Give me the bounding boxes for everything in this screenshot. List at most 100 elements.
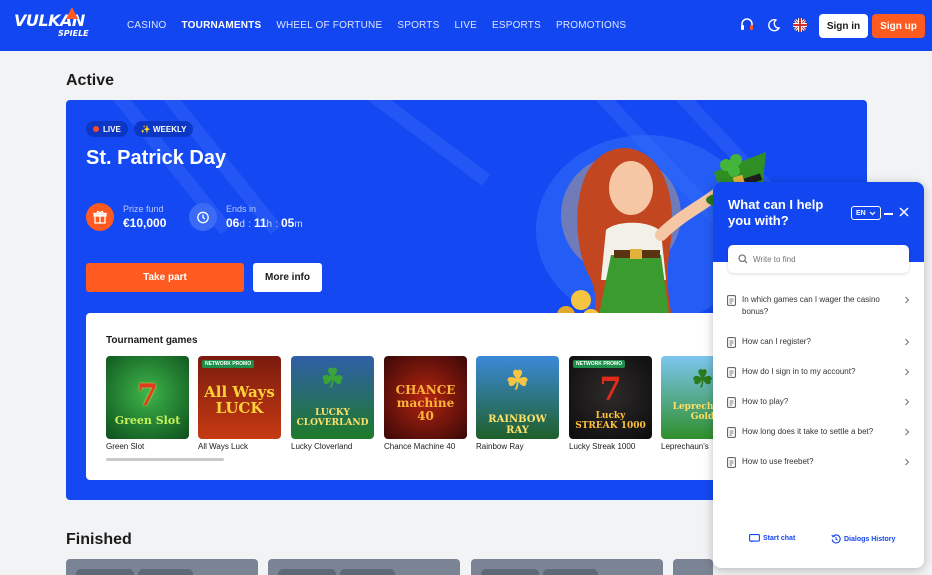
game-card-green-slot[interactable]: 7 Green Slot Green Slot bbox=[106, 356, 189, 451]
game-thumbnail[interactable]: ☘ RAINBOW RAY bbox=[476, 356, 559, 439]
game-thumb-text: CHANCE machine 40 bbox=[395, 383, 456, 423]
document-icon bbox=[727, 427, 736, 438]
game-name[interactable]: All Ways Luck bbox=[198, 442, 281, 451]
minimize-icon[interactable] bbox=[884, 213, 893, 215]
main-nav: CASINO TOURNAMENTS WHEEL OF FORTUNE SPOR… bbox=[127, 0, 641, 51]
faq-item[interactable]: How long does it take to settle a bet? bbox=[727, 426, 910, 438]
countdown-minutes: 05 bbox=[280, 216, 295, 230]
finished-tournament-card[interactable] bbox=[471, 559, 663, 575]
finished-tournament-card[interactable] bbox=[268, 559, 460, 575]
faq-text: In which games can I wager the casino bo… bbox=[742, 295, 880, 316]
card-badge bbox=[481, 569, 539, 575]
document-icon bbox=[727, 397, 736, 408]
game-thumbnail[interactable]: CHANCE machine 40 bbox=[384, 356, 467, 439]
gift-icon bbox=[86, 203, 114, 231]
game-card-lucky-streak-1000[interactable]: NETWORK PROMO 7 Lucky STREAK 1000 Lucky … bbox=[569, 356, 652, 451]
prize-fund-value: €10,000 bbox=[123, 216, 167, 230]
language-value: EN bbox=[856, 209, 866, 217]
prize-fund-label: Prize fund bbox=[123, 204, 164, 214]
document-icon bbox=[727, 367, 736, 378]
sign-up-button[interactable]: Sign up bbox=[872, 14, 925, 38]
faq-text: How to play? bbox=[742, 397, 789, 406]
game-name[interactable]: Rainbow Ray bbox=[476, 442, 559, 451]
uk-flag-icon[interactable] bbox=[793, 18, 807, 32]
countdown-hours: 11 bbox=[253, 216, 267, 230]
chat-search-box[interactable] bbox=[728, 245, 909, 273]
sign-in-button[interactable]: Sign in bbox=[819, 14, 868, 38]
live-dot-icon bbox=[93, 126, 99, 132]
card-badge bbox=[543, 569, 598, 575]
document-icon bbox=[727, 295, 736, 306]
more-info-button[interactable]: More info bbox=[253, 263, 322, 292]
game-card-rainbow-ray[interactable]: ☘ RAINBOW RAY Rainbow Ray bbox=[476, 356, 559, 451]
game-thumb-text: Lucky STREAK 1000 bbox=[575, 411, 646, 431]
tournament-title: St. Patrick Day bbox=[86, 147, 227, 169]
chevron-right-icon bbox=[905, 398, 910, 406]
history-icon bbox=[831, 534, 841, 544]
start-chat-label: Start chat bbox=[763, 535, 796, 542]
faq-item[interactable]: How can I register? bbox=[727, 336, 910, 348]
game-thumb-text: All Ways LUCK bbox=[204, 383, 275, 417]
nav-casino[interactable]: CASINO bbox=[127, 20, 167, 31]
chevron-right-icon bbox=[905, 428, 910, 436]
moon-icon[interactable] bbox=[767, 18, 781, 32]
game-name[interactable]: Chance Machine 40 bbox=[384, 442, 467, 451]
chat-title: What can I help you with? bbox=[728, 197, 824, 228]
game-card-chance-machine-40[interactable]: CHANCE machine 40 Chance Machine 40 bbox=[384, 356, 467, 451]
chevron-right-icon bbox=[905, 458, 910, 466]
faq-item[interactable]: In which games can I wager the casino bo… bbox=[727, 294, 910, 318]
game-thumbnail[interactable]: 7 Green Slot bbox=[106, 356, 189, 439]
chevron-right-icon bbox=[905, 296, 910, 304]
game-name[interactable]: Green Slot bbox=[106, 442, 189, 451]
chevron-down-icon bbox=[869, 211, 876, 215]
top-header: VULKAN SPIELE CASINO TOURNAMENTS WHEEL O… bbox=[0, 0, 932, 51]
vulkan-logo[interactable]: VULKAN SPIELE bbox=[14, 7, 100, 41]
chat-bubble-icon bbox=[749, 534, 760, 543]
weekly-badge-label: ✨ WEEKLY bbox=[140, 124, 187, 134]
game-card-lucky-cloverland[interactable]: ☘ LUCKY CLOVERLAND Lucky Cloverland bbox=[291, 356, 374, 451]
search-icon bbox=[738, 254, 748, 264]
finished-section-title: Finished bbox=[66, 531, 132, 548]
games-scrollbar[interactable] bbox=[106, 458, 224, 461]
countdown-days-unit: d bbox=[239, 219, 245, 230]
faq-item[interactable]: How do I sign in to my account? bbox=[727, 366, 910, 378]
close-icon[interactable] bbox=[898, 206, 910, 218]
nav-esports[interactable]: ESPORTS bbox=[492, 20, 541, 31]
faq-item[interactable]: How to play? bbox=[727, 396, 910, 408]
finished-tournament-card[interactable] bbox=[673, 559, 713, 575]
live-badge-label: LIVE bbox=[103, 124, 121, 134]
chevron-right-icon bbox=[905, 368, 910, 376]
nav-wheel-of-fortune[interactable]: WHEEL OF FORTUNE bbox=[276, 20, 382, 31]
game-name[interactable]: Lucky Streak 1000 bbox=[569, 442, 652, 451]
card-badge bbox=[138, 569, 193, 575]
finished-tournament-card[interactable] bbox=[66, 559, 258, 575]
faq-item[interactable]: How to use freebet? bbox=[727, 456, 910, 468]
start-chat-button[interactable]: Start chat bbox=[749, 534, 795, 543]
chat-search-input[interactable] bbox=[753, 254, 903, 264]
nav-promotions[interactable]: PROMOTIONS bbox=[556, 20, 626, 31]
faq-text: How do I sign in to my account? bbox=[742, 367, 856, 376]
nav-sports[interactable]: SPORTS bbox=[397, 20, 439, 31]
dialogs-history-button[interactable]: Dialogs History bbox=[831, 534, 895, 544]
countdown-hours-unit: h bbox=[266, 219, 273, 230]
game-thumbnail[interactable]: NETWORK PROMO All Ways LUCK bbox=[198, 356, 281, 439]
game-thumbnail[interactable]: ☘ LUCKY CLOVERLAND bbox=[291, 356, 374, 439]
logo-sub-text: SPIELE bbox=[58, 29, 89, 38]
nav-live[interactable]: LIVE bbox=[454, 20, 476, 31]
countdown-days: 06 bbox=[226, 216, 240, 230]
card-badge bbox=[278, 569, 336, 575]
game-card-all-ways-luck[interactable]: NETWORK PROMO All Ways LUCK All Ways Luc… bbox=[198, 356, 281, 451]
support-icon[interactable] bbox=[740, 18, 754, 32]
network-promo-badge: NETWORK PROMO bbox=[202, 360, 255, 368]
chevron-right-icon bbox=[905, 338, 910, 346]
network-promo-badge: NETWORK PROMO bbox=[573, 360, 626, 368]
active-section-title: Active bbox=[66, 72, 115, 89]
take-part-button[interactable]: Take part bbox=[86, 263, 244, 292]
card-badge bbox=[76, 569, 134, 575]
countdown-value: 06d : 11h : 05m bbox=[226, 216, 303, 230]
game-thumbnail[interactable]: NETWORK PROMO 7 Lucky STREAK 1000 bbox=[569, 356, 652, 439]
weekly-badge: ✨ WEEKLY bbox=[133, 121, 194, 137]
game-name[interactable]: Lucky Cloverland bbox=[291, 442, 374, 451]
nav-tournaments[interactable]: TOURNAMENTS bbox=[182, 20, 262, 31]
language-select[interactable]: EN bbox=[851, 206, 881, 220]
